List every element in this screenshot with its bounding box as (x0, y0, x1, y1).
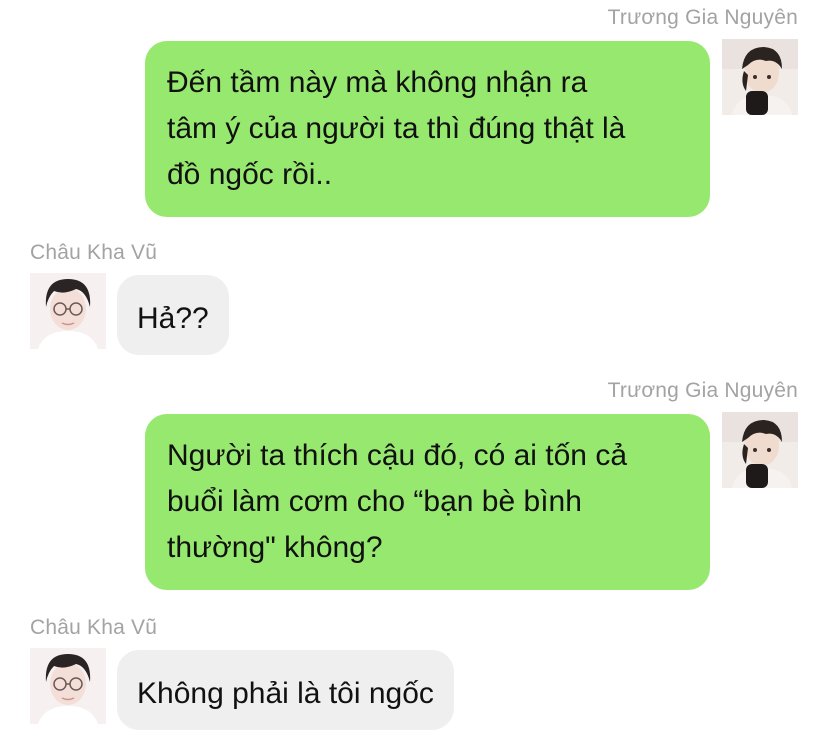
sender-name: Châu Kha Vũ (30, 241, 158, 264)
avatar-portrait-icon (30, 648, 106, 724)
contact-avatar[interactable] (30, 648, 106, 724)
message-bubble-incoming[interactable]: Hả?? (117, 275, 229, 355)
sender-name: Trương Gia Nguyên (607, 6, 798, 29)
message-bubble-outgoing[interactable]: Đến tầm này mà không nhận ra tâm ý của n… (145, 41, 710, 217)
message-line: đồ ngốc rồi.. (167, 158, 333, 191)
message-bubble-incoming[interactable]: Không phải là tôi ngốc (117, 650, 454, 730)
message-line: Không phải là tôi ngốc (137, 677, 434, 710)
message-line: Hả?? (137, 302, 209, 335)
avatar-portrait-icon (30, 273, 106, 349)
message-line: buổi làm cơm cho “bạn bè bình (167, 485, 582, 518)
contact-avatar[interactable] (30, 273, 106, 349)
sender-name: Châu Kha Vũ (30, 616, 158, 639)
message-line: Người ta thích cậu đó, có ai tốn cả (167, 439, 628, 472)
avatar-portrait-icon (722, 412, 798, 488)
user-avatar[interactable] (722, 412, 798, 488)
message-line: Đến tầm này mà không nhận ra (167, 66, 588, 99)
message-bubble-outgoing[interactable]: Người ta thích cậu đó, có ai tốn cả buổi… (145, 414, 710, 590)
sender-name: Trương Gia Nguyên (607, 379, 798, 402)
user-avatar[interactable] (722, 39, 798, 115)
avatar-portrait-icon (722, 39, 798, 115)
message-line: tâm ý của người ta thì đúng thật là (167, 112, 626, 145)
message-line: thường" không? (167, 531, 383, 564)
